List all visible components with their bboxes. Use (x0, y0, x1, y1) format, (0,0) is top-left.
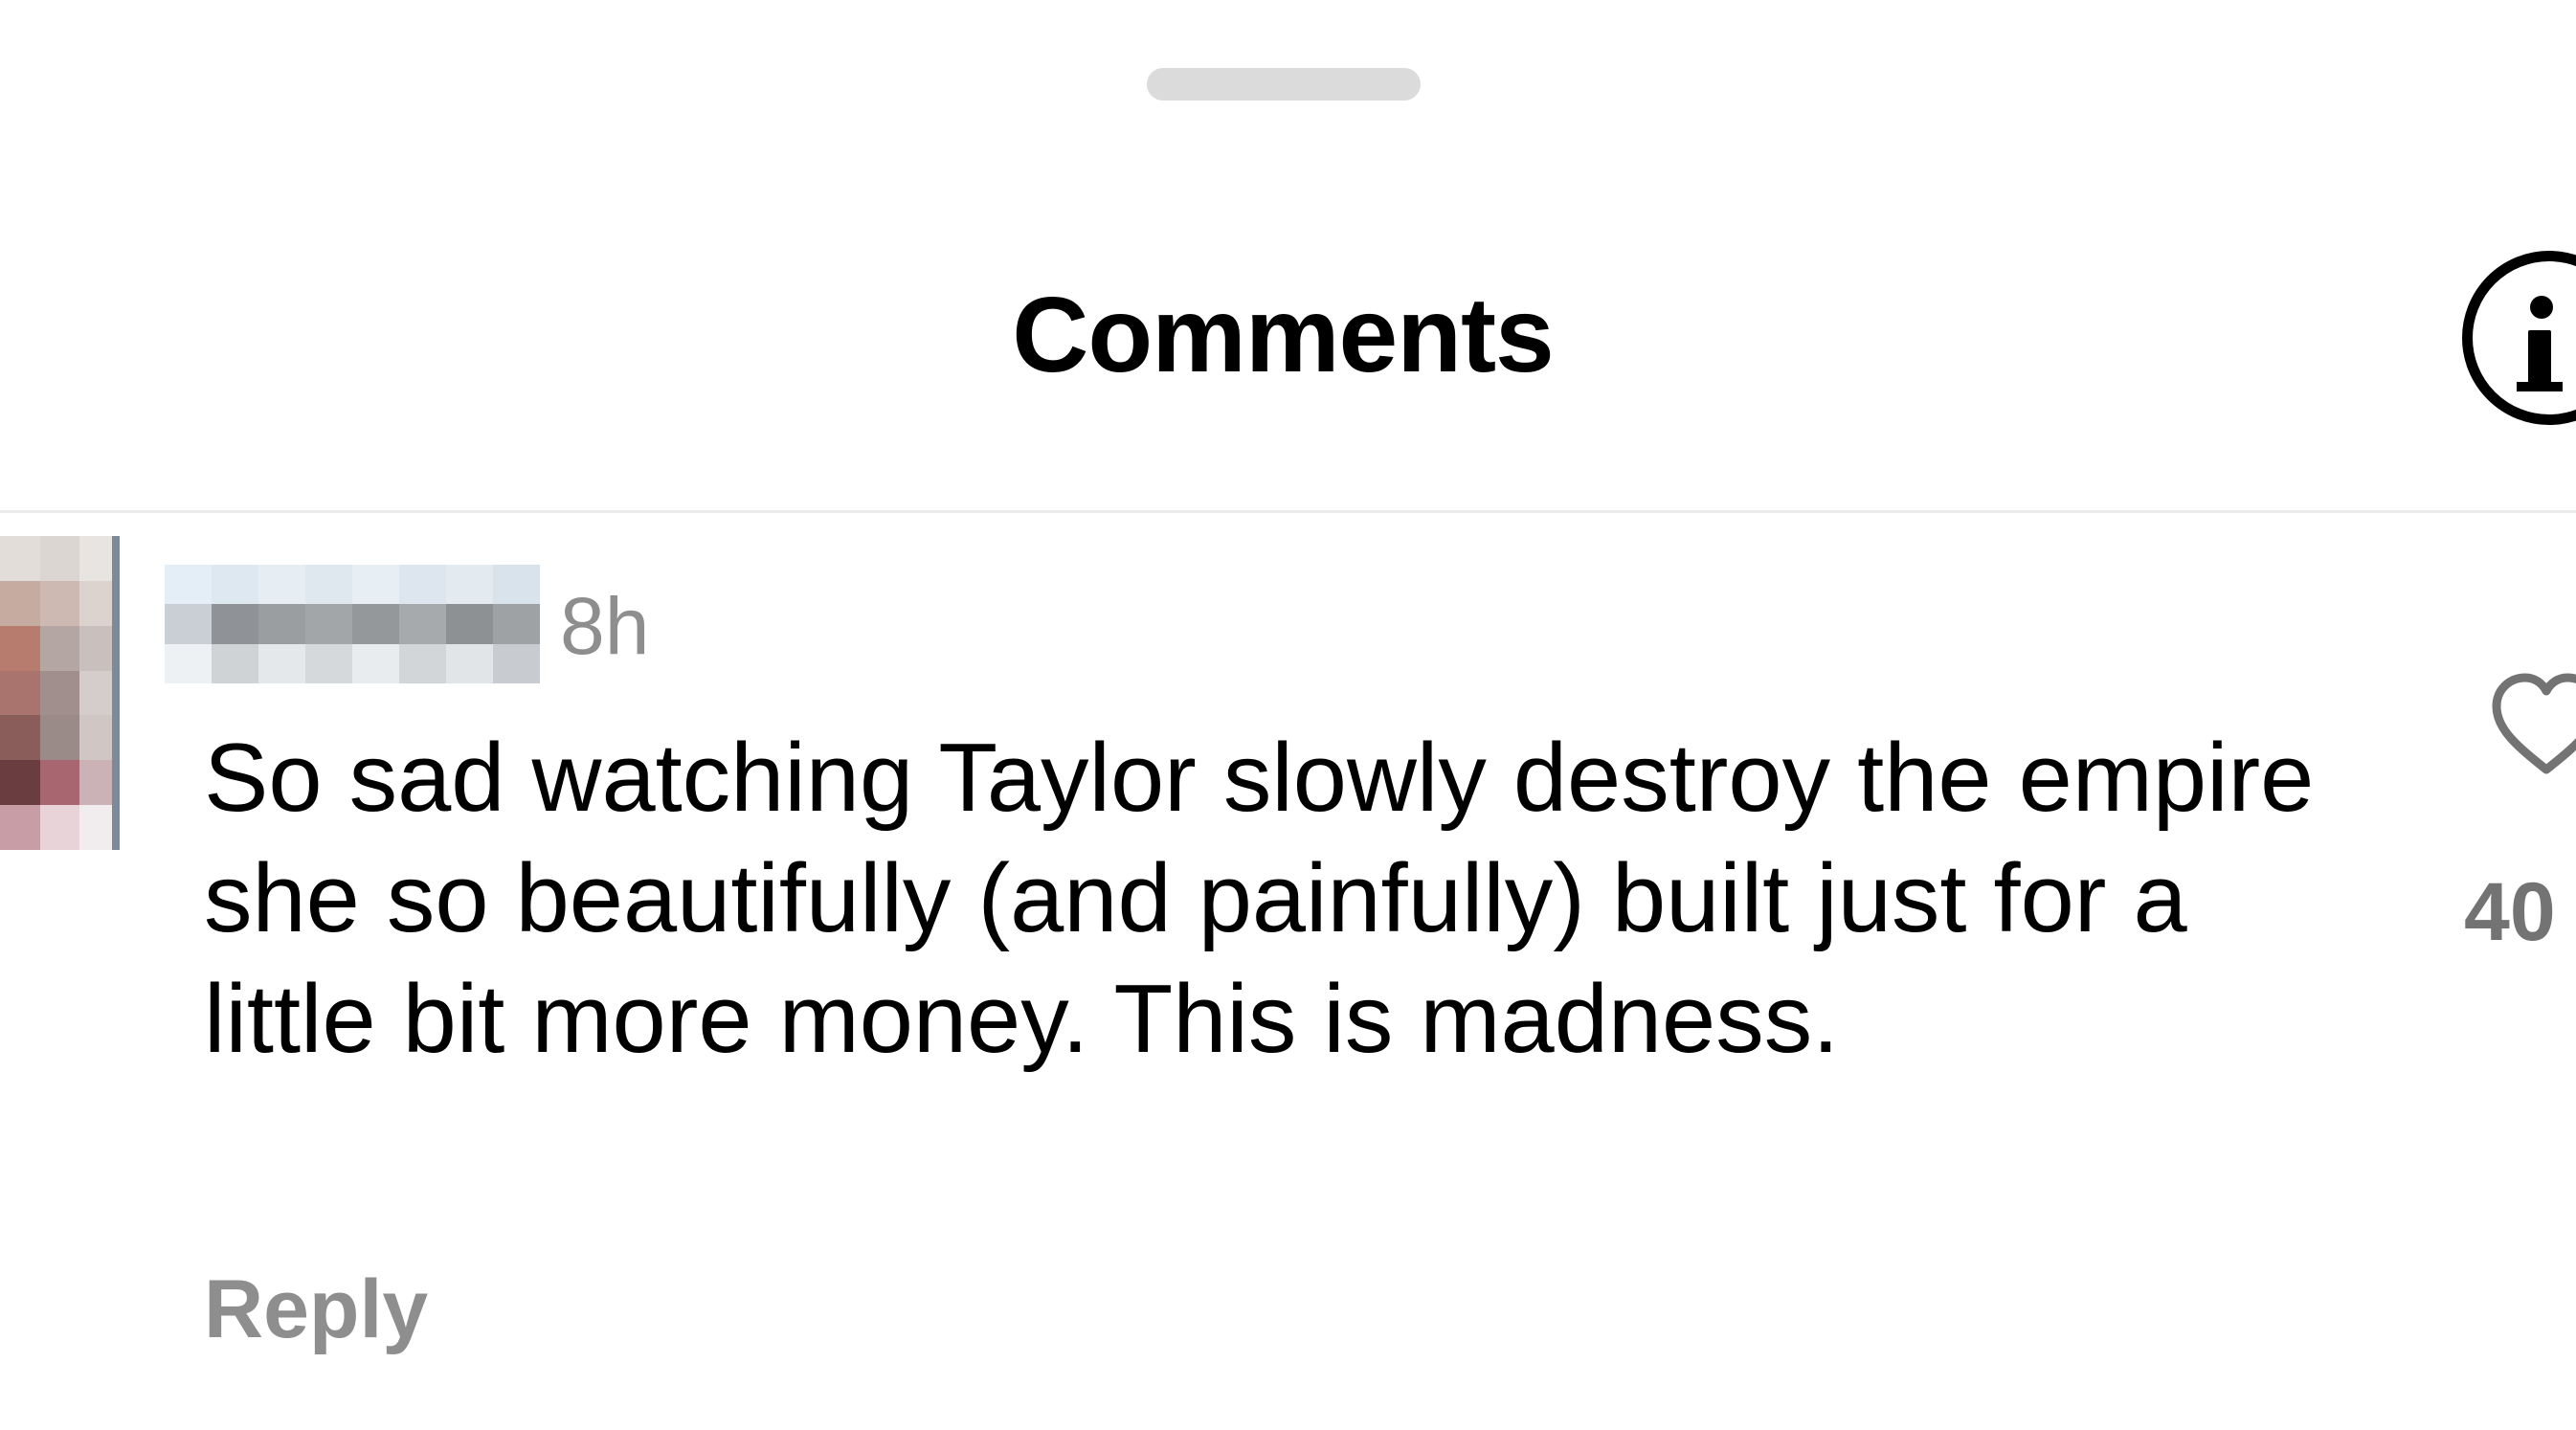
reply-button[interactable]: Reply (204, 1268, 428, 1351)
drag-handle[interactable] (1147, 68, 1421, 101)
header-divider (0, 510, 2576, 513)
comment-text: So sad watching Taylor slowly destroy th… (204, 725, 2315, 1073)
avatar-border (112, 536, 120, 850)
avatar[interactable] (0, 536, 120, 850)
info-icon[interactable] (2462, 251, 2576, 425)
sheet-title: Comments (1012, 276, 1555, 394)
username-redacted[interactable] (165, 565, 540, 683)
heart-icon[interactable] (2489, 670, 2576, 785)
comment-timestamp: 8h (560, 581, 650, 671)
like-count: 40 (2464, 866, 2556, 958)
